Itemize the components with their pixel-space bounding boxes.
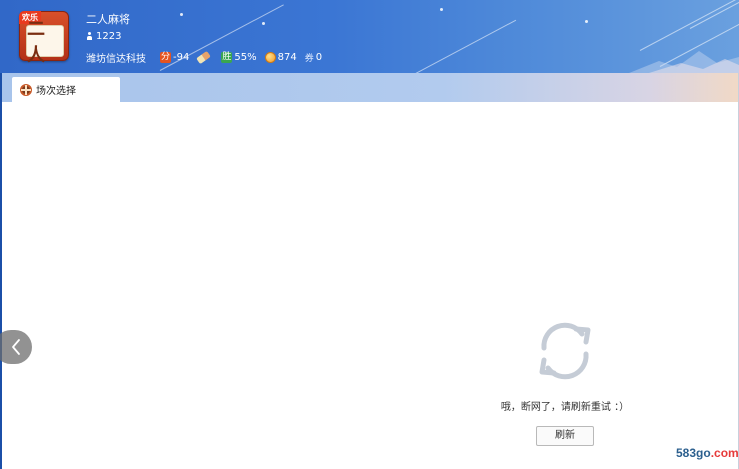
- decor-streak: [409, 19, 517, 73]
- decor-streak: [689, 0, 739, 29]
- player-count: 1223: [86, 31, 121, 42]
- player-stats: 潍坊信达科技 分 -94 胜 55% 874 券 0: [86, 50, 330, 65]
- refresh-cycle-icon: [539, 322, 591, 380]
- decor-sparkle: [262, 22, 265, 25]
- game-logo: 欢乐 二人: [19, 11, 69, 66]
- tab-session-select[interactable]: 场次选择: [12, 77, 120, 102]
- score-badge-icon: 分: [160, 52, 172, 63]
- tab-label: 场次选择: [36, 86, 76, 97]
- win-badge-icon: 胜: [221, 52, 233, 63]
- company-name: 潍坊信达科技: [86, 54, 146, 65]
- chevron-left-icon: [12, 339, 20, 355]
- watermark-main: 583go: [676, 446, 711, 460]
- ticket-icon: 券: [304, 54, 314, 64]
- person-icon: [86, 32, 93, 41]
- player-count-value: 1223: [96, 31, 122, 42]
- logo-mahjong-tile: 二人: [26, 19, 64, 66]
- game-title: 二人麻将: [86, 13, 130, 26]
- score-stat: 分 -94: [160, 52, 189, 63]
- mountain-decor-icon: [629, 51, 739, 73]
- wheel-icon: [20, 83, 32, 96]
- score-value: -94: [173, 52, 190, 63]
- error-message: 哦，断网了，请刷新重试 ：）: [500, 402, 630, 413]
- site-watermark: 583go.com: [676, 446, 739, 460]
- ticket-value: 0: [315, 52, 323, 63]
- win-rate-stat: 胜 55%: [221, 52, 257, 63]
- game-header: 欢乐 二人 二人麻将 1223 潍坊信达科技 分 -94 胜 55% 874 券…: [0, 0, 739, 73]
- win-rate-value: 55%: [234, 52, 257, 63]
- coin-value: 874: [277, 52, 297, 63]
- coin-icon: [264, 52, 276, 63]
- ticket-stat: 券 0: [305, 51, 322, 64]
- watermark-suffix: .com: [710, 446, 739, 460]
- decor-sparkle: [585, 20, 588, 23]
- eraser-stat: [196, 50, 213, 65]
- coin-stat: 874: [264, 52, 297, 63]
- refresh-button[interactable]: 刷新: [536, 426, 594, 446]
- eraser-icon: [196, 50, 212, 65]
- decor-sparkle: [440, 8, 443, 11]
- tab-bar: 场次选择: [2, 73, 738, 102]
- network-error-panel: 哦，断网了，请刷新重试 ：） 刷新: [480, 318, 650, 446]
- decor-sparkle: [180, 13, 183, 16]
